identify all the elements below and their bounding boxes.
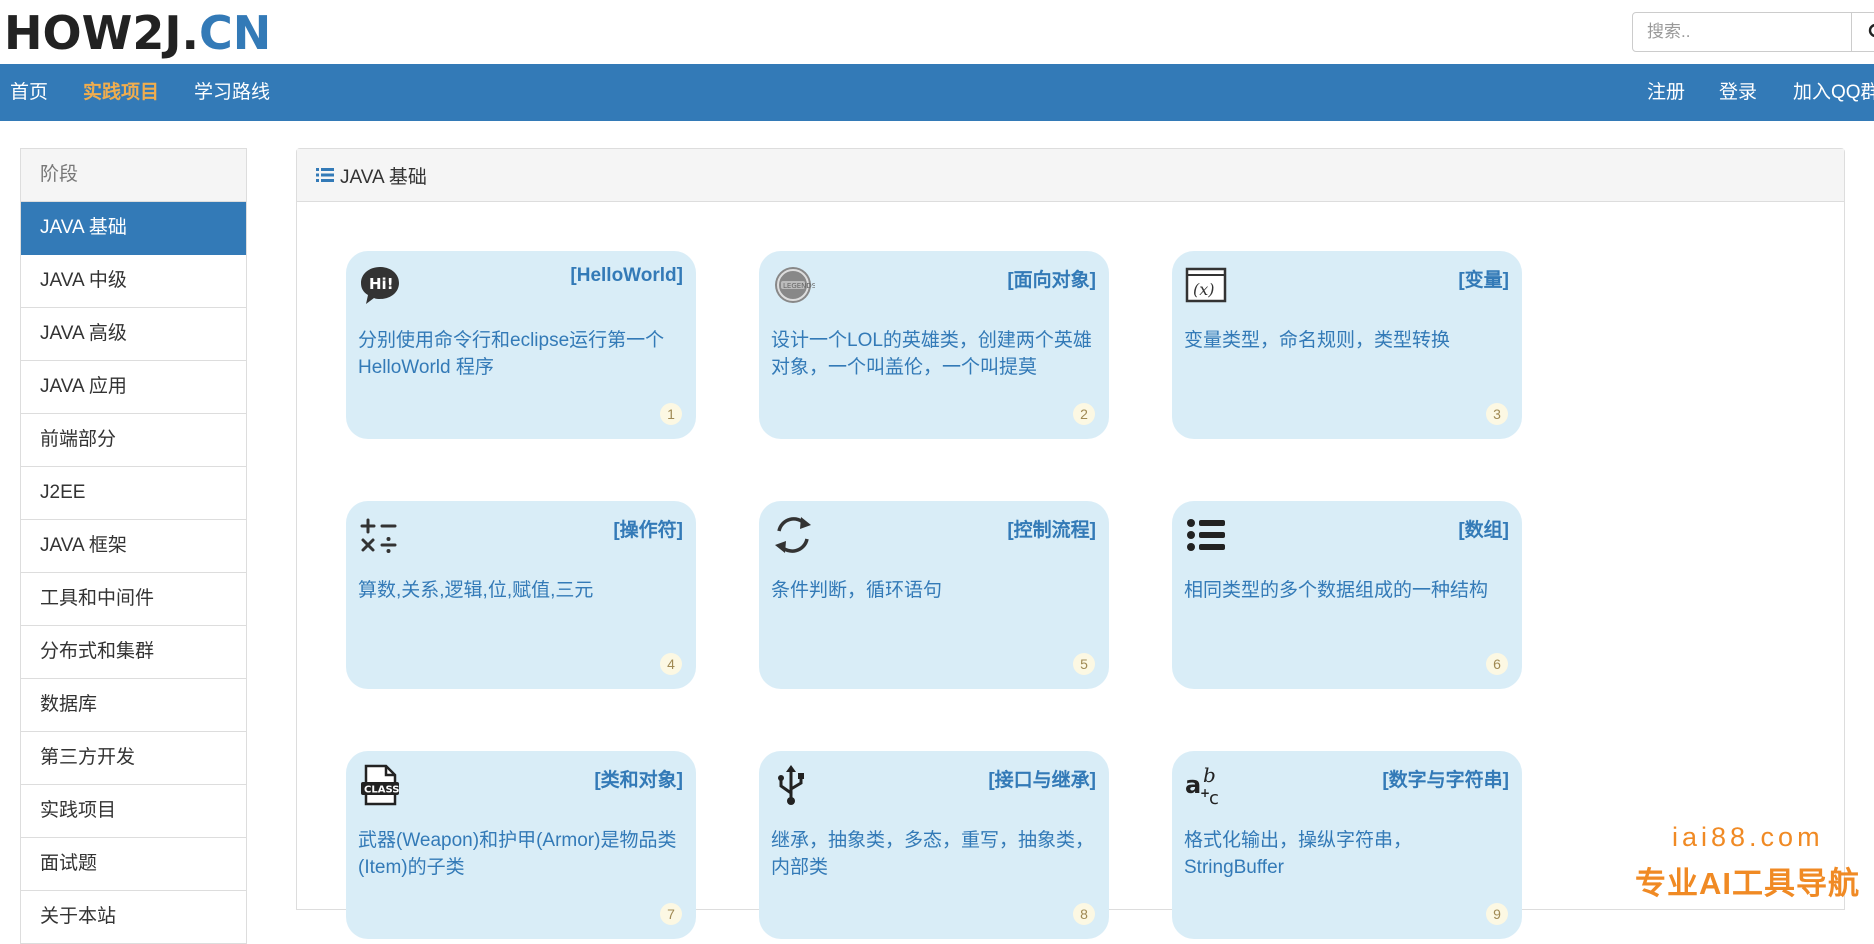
math-operators-icon xyxy=(358,513,402,557)
sidebar-item-projects[interactable]: 实践项目 xyxy=(21,785,246,838)
nav-register[interactable]: 注册 xyxy=(1647,64,1685,121)
card-description: 相同类型的多个数据组成的一种结构 xyxy=(1184,577,1510,604)
card-title: [类和对象] xyxy=(594,765,683,792)
sidebar-item-tools-middleware[interactable]: 工具和中间件 xyxy=(21,573,246,626)
card-description: 继承，抽象类，多态，重写，抽象类，内部类 xyxy=(771,827,1097,881)
svg-text:Hi!: Hi! xyxy=(369,275,394,293)
svg-text:LEGENDS: LEGENDS xyxy=(783,282,815,290)
course-card-arrays[interactable]: [数组] 相同类型的多个数据组成的一种结构 6 xyxy=(1172,501,1522,689)
sidebar-item-java-basic[interactable]: JAVA 基础 xyxy=(21,202,246,255)
card-title: [HelloWorld] xyxy=(570,265,683,287)
course-card-classes-objects[interactable]: CLASS [类和对象] 武器(Weapon)和护甲(Armor)是物品类(It… xyxy=(346,751,696,939)
card-number-badge: 4 xyxy=(660,653,682,675)
card-title: [变量] xyxy=(1458,265,1509,292)
site-logo[interactable]: HOW2J.CN xyxy=(4,8,271,58)
card-title: [数组] xyxy=(1458,515,1509,542)
card-number-badge: 2 xyxy=(1073,403,1095,425)
course-card-interfaces-inheritance[interactable]: [接口与继承] 继承，抽象类，多态，重写，抽象类，内部类 8 xyxy=(759,751,1109,939)
sidebar-item-interview[interactable]: 面试题 xyxy=(21,838,246,891)
card-description: 武器(Weapon)和护甲(Armor)是物品类(Item)的子类 xyxy=(358,827,684,881)
card-number-badge: 9 xyxy=(1486,903,1508,925)
main-navbar: 首页 实践项目 学习路线 注册 登录 加入QQ群 xyxy=(0,64,1874,121)
search-input[interactable] xyxy=(1632,12,1852,52)
logo-text-how2j: HOW2J. xyxy=(4,6,199,60)
class-file-icon: CLASS xyxy=(358,763,402,807)
sidebar-item-java-intermediate[interactable]: JAVA 中级 xyxy=(21,255,246,308)
nav-home[interactable]: 首页 xyxy=(10,64,48,121)
svg-text:CLASS: CLASS xyxy=(364,785,399,796)
list-bullets-icon xyxy=(1184,513,1228,557)
svg-text:c: c xyxy=(1209,788,1219,807)
card-title: [操作符] xyxy=(613,515,683,542)
content-panel: JAVA 基础 Hi! [HelloWorld] 分别使用命令行和eclipse… xyxy=(296,148,1845,910)
svg-text:b: b xyxy=(1203,763,1216,787)
course-card-helloworld[interactable]: Hi! [HelloWorld] 分别使用命令行和eclipse运行第一个Hel… xyxy=(346,251,696,439)
course-card-control-flow[interactable]: [控制流程] 条件判断，循环语句 5 xyxy=(759,501,1109,689)
nav-join-qq-group[interactable]: 加入QQ群 xyxy=(1793,64,1874,121)
card-number-badge: 5 xyxy=(1073,653,1095,675)
hi-speech-bubble-icon: Hi! xyxy=(358,263,402,307)
sidebar-item-third-party[interactable]: 第三方开发 xyxy=(21,732,246,785)
sidebar-item-java-advanced[interactable]: JAVA 高级 xyxy=(21,308,246,361)
list-icon xyxy=(316,167,334,183)
card-number-badge: 7 xyxy=(660,903,682,925)
card-description: 变量类型，命名规则，类型转换 xyxy=(1184,327,1510,354)
sidebar-heading: 阶段 xyxy=(21,149,246,202)
variable-x-icon: (x) xyxy=(1184,263,1228,307)
card-title: [接口与继承] xyxy=(988,765,1096,792)
svg-text:a: a xyxy=(1185,771,1201,799)
nav-login[interactable]: 登录 xyxy=(1719,64,1757,121)
nav-learning-path[interactable]: 学习路线 xyxy=(194,64,270,121)
search-bar xyxy=(1632,12,1874,52)
panel-header: JAVA 基础 xyxy=(297,149,1844,202)
logo-text-cn: CN xyxy=(199,6,271,60)
card-description: 格式化输出，操纵字符串，StringBuffer xyxy=(1184,827,1510,881)
search-button[interactable] xyxy=(1852,12,1874,52)
course-card-operators[interactable]: [操作符] 算数,关系,逻辑,位,赋值,三元 4 xyxy=(346,501,696,689)
card-description: 算数,关系,逻辑,位,赋值,三元 xyxy=(358,577,684,604)
sidebar-item-java-framework[interactable]: JAVA 框架 xyxy=(21,520,246,573)
usb-icon xyxy=(771,763,815,807)
nav-projects[interactable]: 实践项目 xyxy=(83,64,159,121)
card-number-badge: 6 xyxy=(1486,653,1508,675)
card-title: [控制流程] xyxy=(1007,515,1096,542)
sidebar-item-j2ee[interactable]: J2EE xyxy=(21,467,246,520)
course-card-numbers-strings[interactable]: a b + c [数字与字符串] 格式化输出，操纵字符串，StringBuffe… xyxy=(1172,751,1522,939)
card-title: [面向对象] xyxy=(1007,265,1096,292)
card-number-badge: 8 xyxy=(1073,903,1095,925)
card-description: 分别使用命令行和eclipse运行第一个HelloWorld 程序 xyxy=(358,327,684,381)
search-icon xyxy=(1868,23,1874,41)
watermark-slogan: 专业AI工具导航 xyxy=(1635,858,1860,903)
abc-text-icon: a b + c xyxy=(1184,763,1228,807)
lol-emblem-icon: LEGENDS xyxy=(771,263,815,307)
sidebar-item-frontend[interactable]: 前端部分 xyxy=(21,414,246,467)
sidebar-item-distributed-cluster[interactable]: 分布式和集群 xyxy=(21,626,246,679)
top-bar: HOW2J.CN xyxy=(0,0,1874,64)
course-card-oop[interactable]: LEGENDS [面向对象] 设计一个LOL的英雄类，创建两个英雄对象，一个叫盖… xyxy=(759,251,1109,439)
card-description: 条件判断，循环语句 xyxy=(771,577,1097,604)
card-number-badge: 1 xyxy=(660,403,682,425)
svg-text:(x): (x) xyxy=(1193,280,1215,299)
stage-sidebar: 阶段 JAVA 基础 JAVA 中级 JAVA 高级 JAVA 应用 前端部分 … xyxy=(20,148,247,944)
watermark-domain: iai88.com xyxy=(1672,822,1824,853)
sidebar-item-about[interactable]: 关于本站 xyxy=(21,891,246,944)
card-number-badge: 3 xyxy=(1486,403,1508,425)
card-description: 设计一个LOL的英雄类，创建两个英雄对象，一个叫盖伦，一个叫提莫 xyxy=(771,327,1097,381)
card-title: [数字与字符串] xyxy=(1382,765,1509,792)
sidebar-item-java-application[interactable]: JAVA 应用 xyxy=(21,361,246,414)
sidebar-item-database[interactable]: 数据库 xyxy=(21,679,246,732)
panel-title: JAVA 基础 xyxy=(340,162,427,189)
course-card-variables[interactable]: (x) [变量] 变量类型，命名规则，类型转换 3 xyxy=(1172,251,1522,439)
loop-arrows-icon xyxy=(771,513,815,557)
